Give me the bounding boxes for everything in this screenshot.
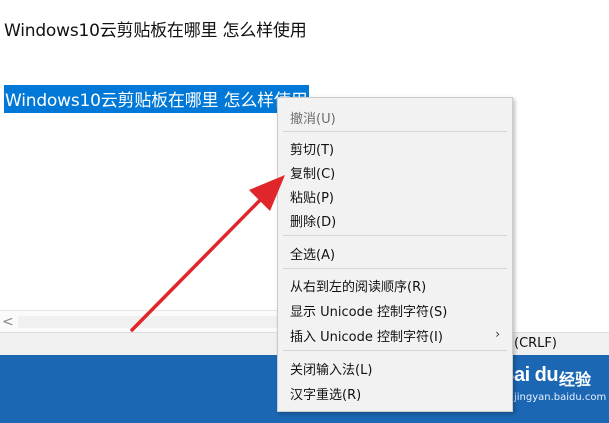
red-arrow-annotation: [130, 175, 285, 332]
